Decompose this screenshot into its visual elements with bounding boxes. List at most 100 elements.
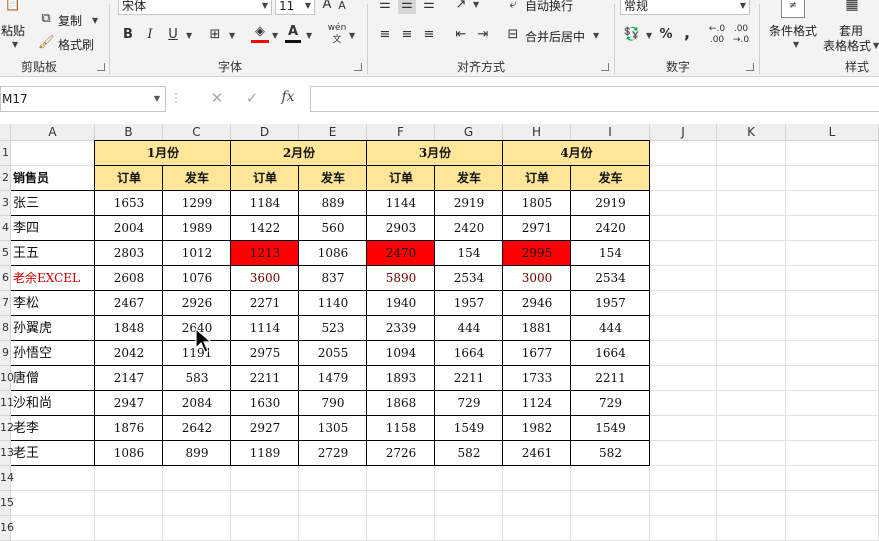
data-cell[interactable]: 1124 xyxy=(503,391,571,416)
salesperson-name-cell[interactable]: 孙悟空 xyxy=(13,341,95,366)
sub-header[interactable]: 发车 xyxy=(299,166,367,191)
wrap-text-button[interactable]: 自动换行 xyxy=(525,0,573,14)
row-header-2[interactable]: 2 xyxy=(0,166,11,191)
format-painter-button[interactable]: 格式刷 xyxy=(58,36,94,53)
align-middle-icon[interactable]: ☰ xyxy=(398,0,416,14)
enter-icon[interactable]: ✓ xyxy=(241,89,263,107)
font-color-icon[interactable]: A xyxy=(285,24,301,43)
data-cell[interactable]: 2919 xyxy=(435,191,503,216)
data-cell[interactable]: 2726 xyxy=(367,441,435,466)
data-cell[interactable]: 1893 xyxy=(367,366,435,391)
grow-font-icon[interactable]: A xyxy=(320,0,334,14)
select-all-corner[interactable] xyxy=(0,124,11,141)
format-as-table-icon[interactable]: ▦ xyxy=(840,0,864,18)
italic-button[interactable]: I xyxy=(143,26,157,44)
month-header[interactable]: 3月份 xyxy=(367,141,503,166)
row-header-10[interactable]: 10 xyxy=(0,366,14,391)
copy-button[interactable]: 复制 xyxy=(58,12,82,29)
increase-decimal-button[interactable]: ←.0.00 xyxy=(706,24,728,46)
border-icon[interactable]: ⊞ xyxy=(206,26,224,44)
data-cell[interactable]: 560 xyxy=(299,216,367,241)
data-cell[interactable]: 1305 xyxy=(299,416,367,441)
data-cell[interactable]: 1213 xyxy=(231,241,299,266)
column-header-f[interactable]: F xyxy=(367,124,435,141)
row-header-7[interactable]: 7 xyxy=(0,291,11,316)
row-header-12[interactable]: 12 xyxy=(0,416,14,441)
data-cell[interactable]: 2211 xyxy=(231,366,299,391)
data-cell[interactable]: 154 xyxy=(435,241,503,266)
insert-function-icon[interactable]: fx xyxy=(277,89,299,105)
font-color-dropdown-icon[interactable]: ▼ xyxy=(306,31,312,40)
font-name-select[interactable]: 宋体 ▼ xyxy=(118,0,272,15)
fill-color-icon[interactable]: ◈ xyxy=(251,24,269,43)
column-header-k[interactable]: K xyxy=(717,124,786,141)
phonetic-dropdown-icon[interactable]: ▼ xyxy=(349,31,355,40)
data-cell[interactable]: 523 xyxy=(299,316,367,341)
paste-dropdown-icon[interactable]: ▼ xyxy=(12,40,18,49)
data-cell[interactable]: 1140 xyxy=(299,291,367,316)
sub-header[interactable]: 发车 xyxy=(163,166,231,191)
data-cell[interactable]: 889 xyxy=(299,191,367,216)
data-cell[interactable]: 1868 xyxy=(367,391,435,416)
column-header-a[interactable]: A xyxy=(11,124,95,141)
row-header-1[interactable]: 1 xyxy=(0,141,11,166)
data-cell[interactable]: 2803 xyxy=(95,241,163,266)
data-cell[interactable]: 2534 xyxy=(435,266,503,291)
conditional-dropdown-icon[interactable]: ▼ xyxy=(793,40,799,49)
data-cell[interactable]: 1549 xyxy=(435,416,503,441)
data-cell[interactable]: 444 xyxy=(571,316,650,341)
data-cell[interactable]: 1677 xyxy=(503,341,571,366)
format-as-table-dropdown-icon[interactable]: ▼ xyxy=(873,41,879,50)
data-cell[interactable]: 1653 xyxy=(95,191,163,216)
format-as-table-label-2[interactable]: 表格格式 xyxy=(823,37,871,54)
data-cell[interactable]: 2042 xyxy=(95,341,163,366)
align-left-icon[interactable]: ≡ xyxy=(376,26,394,44)
data-cell[interactable]: 2420 xyxy=(571,216,650,241)
salesperson-name-cell[interactable]: 沙和尚 xyxy=(13,391,95,416)
data-cell[interactable]: 2927 xyxy=(231,416,299,441)
paste-button[interactable]: 粘贴 xyxy=(1,22,25,39)
data-cell[interactable]: 2084 xyxy=(163,391,231,416)
data-cell[interactable]: 2947 xyxy=(95,391,163,416)
data-cell[interactable]: 1086 xyxy=(299,241,367,266)
data-cell[interactable]: 1158 xyxy=(367,416,435,441)
data-cell[interactable]: 2420 xyxy=(435,216,503,241)
number-format-select[interactable]: 常规 ▼ xyxy=(620,0,750,15)
data-cell[interactable]: 2729 xyxy=(299,441,367,466)
data-cell[interactable]: 1805 xyxy=(503,191,571,216)
sub-header[interactable]: 订单 xyxy=(95,166,163,191)
clipboard-launcher-icon[interactable] xyxy=(97,63,105,71)
increase-indent-icon[interactable]: ⇥ xyxy=(474,26,492,44)
column-header-e[interactable]: E xyxy=(299,124,367,141)
row-header-6[interactable]: 6 xyxy=(0,266,11,291)
sub-header[interactable]: 订单 xyxy=(231,166,299,191)
row-header-4[interactable]: 4 xyxy=(0,216,11,241)
font-size-select[interactable]: 11 ▼ xyxy=(275,0,315,15)
data-cell[interactable]: 2461 xyxy=(503,441,571,466)
orientation-dropdown-icon[interactable]: ▼ xyxy=(473,0,479,9)
data-cell[interactable]: 1957 xyxy=(571,291,650,316)
data-cell[interactable]: 2467 xyxy=(95,291,163,316)
row-header-3[interactable]: 3 xyxy=(0,191,11,216)
data-cell[interactable]: 837 xyxy=(299,266,367,291)
font-launcher-icon[interactable] xyxy=(354,63,362,71)
data-cell[interactable]: 2926 xyxy=(163,291,231,316)
data-cell[interactable]: 1189 xyxy=(231,441,299,466)
row-header-16[interactable]: 16 xyxy=(0,516,14,541)
data-cell[interactable]: 1940 xyxy=(367,291,435,316)
data-cell[interactable]: 2339 xyxy=(367,316,435,341)
row-header-8[interactable]: 8 xyxy=(0,316,11,341)
data-cell[interactable]: 1086 xyxy=(95,441,163,466)
salesperson-name-cell[interactable]: 唐僧 xyxy=(13,366,95,391)
spreadsheet-grid[interactable]: ABCDEFGHIJKL12345678910111213141516171月份… xyxy=(0,124,879,541)
phonetic-icon[interactable]: wén 文 xyxy=(326,22,348,46)
shrink-font-icon[interactable]: A xyxy=(336,0,348,15)
border-dropdown-icon[interactable]: ▼ xyxy=(229,31,235,40)
name-box[interactable]: M17 ▼ xyxy=(0,86,166,112)
data-cell[interactable]: 2147 xyxy=(95,366,163,391)
data-cell[interactable]: 3000 xyxy=(503,266,571,291)
data-cell[interactable]: 2971 xyxy=(503,216,571,241)
data-cell[interactable]: 1422 xyxy=(231,216,299,241)
data-cell[interactable]: 1957 xyxy=(435,291,503,316)
data-cell[interactable]: 1184 xyxy=(231,191,299,216)
